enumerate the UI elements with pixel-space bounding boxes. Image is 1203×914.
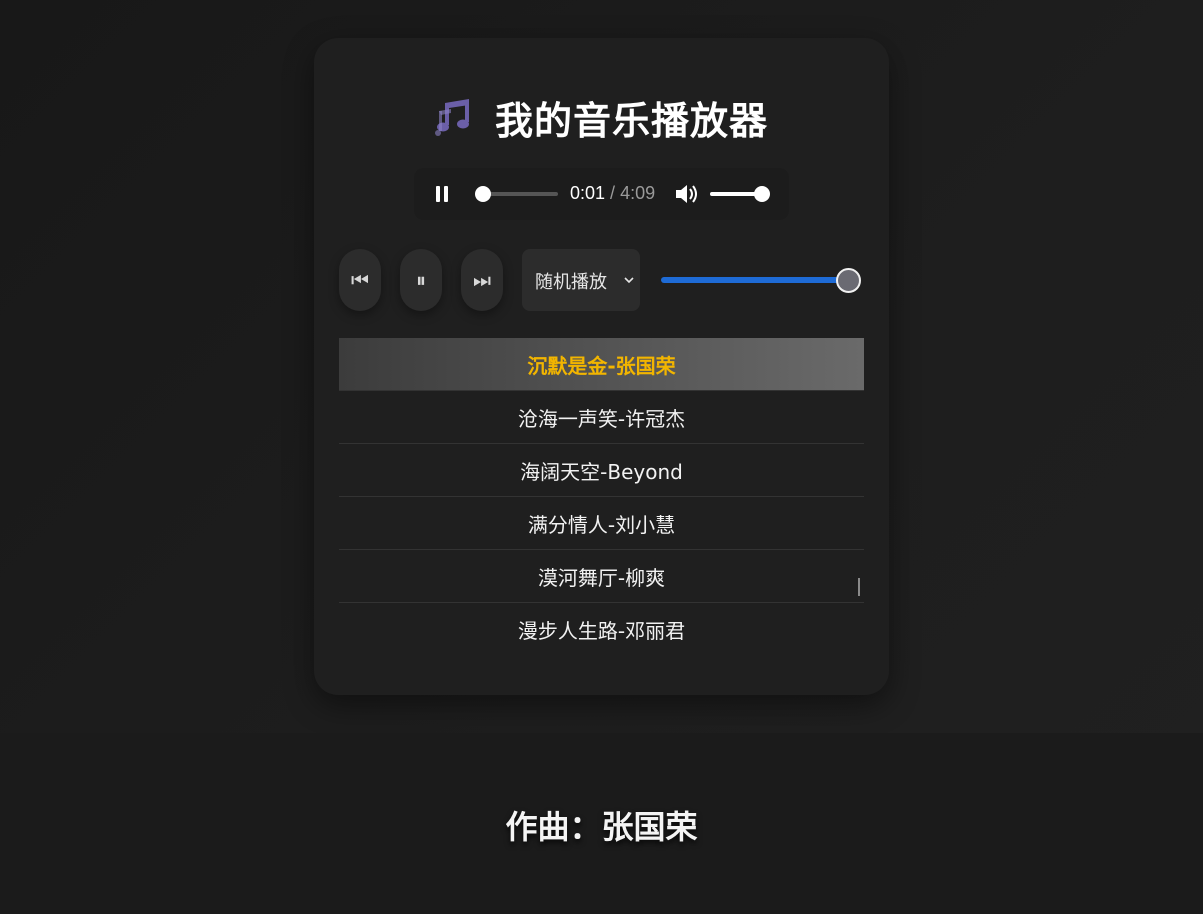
play-mode-label: 随机播放	[535, 272, 607, 293]
playlist-item[interactable]: 满分情人-刘小慧	[339, 497, 864, 550]
next-button[interactable]: ⏭	[461, 249, 503, 311]
next-icon: ⏭	[473, 268, 491, 292]
playlist: 沉默是金-张国荣 沧海一声笑-许冠杰 海阔天空-Beyond 满分情人-刘小慧 …	[339, 338, 864, 658]
pause-icon-bar-left	[436, 186, 440, 202]
audio-time: 0:01 / 4:09	[570, 183, 655, 204]
song-title: 漫步人生路-邓丽君	[517, 618, 686, 643]
previous-icon: ⏮	[351, 268, 369, 292]
song-title: 海阔天空-Beyond	[520, 459, 683, 484]
playlist-scrollbar[interactable]	[858, 578, 860, 596]
song-title: 漠河舞厅-柳爽	[537, 565, 666, 590]
chevron-down-icon	[623, 271, 635, 284]
playlist-item[interactable]: 漠河舞厅-柳爽	[339, 550, 864, 603]
playlist-item[interactable]: 漫步人生路-邓丽君	[339, 603, 864, 655]
pause-icon-bar-right	[444, 186, 448, 202]
volume-thumb[interactable]	[754, 186, 770, 202]
composer-text: 作曲：张国荣	[505, 808, 698, 846]
playlist-item[interactable]: 沧海一声笑-许冠杰	[339, 391, 864, 444]
page-title: 我的音乐播放器	[494, 99, 768, 143]
audio-pause-button[interactable]	[436, 186, 450, 202]
previous-button[interactable]: ⏮	[339, 249, 381, 311]
music-notes-icon	[434, 97, 477, 139]
song-title: 沧海一声笑-许冠杰	[517, 406, 686, 431]
duration: 4:09	[620, 183, 656, 203]
progress-slider-thumb[interactable]	[836, 268, 861, 293]
song-title: 满分情人-刘小慧	[527, 512, 676, 537]
playlist-item-active[interactable]: 沉默是金-张国荣	[339, 338, 864, 391]
play-mode-select[interactable]: 随机播放	[522, 249, 640, 311]
pause-button[interactable]: ⏸	[400, 249, 442, 311]
volume-icon[interactable]	[675, 183, 699, 205]
header: 我的音乐播放器	[0, 90, 1203, 145]
pause-icon: ⏸	[416, 268, 426, 292]
time-separator: /	[605, 183, 621, 203]
playlist-item[interactable]: 海阔天空-Beyond	[339, 444, 864, 497]
current-time: 0:01	[570, 183, 606, 203]
song-title: 沉默是金-张国荣	[527, 353, 676, 378]
progress-slider-track[interactable]	[661, 277, 851, 283]
audio-seek-thumb[interactable]	[475, 186, 491, 202]
audio-player: 0:01 / 4:09	[414, 168, 789, 220]
